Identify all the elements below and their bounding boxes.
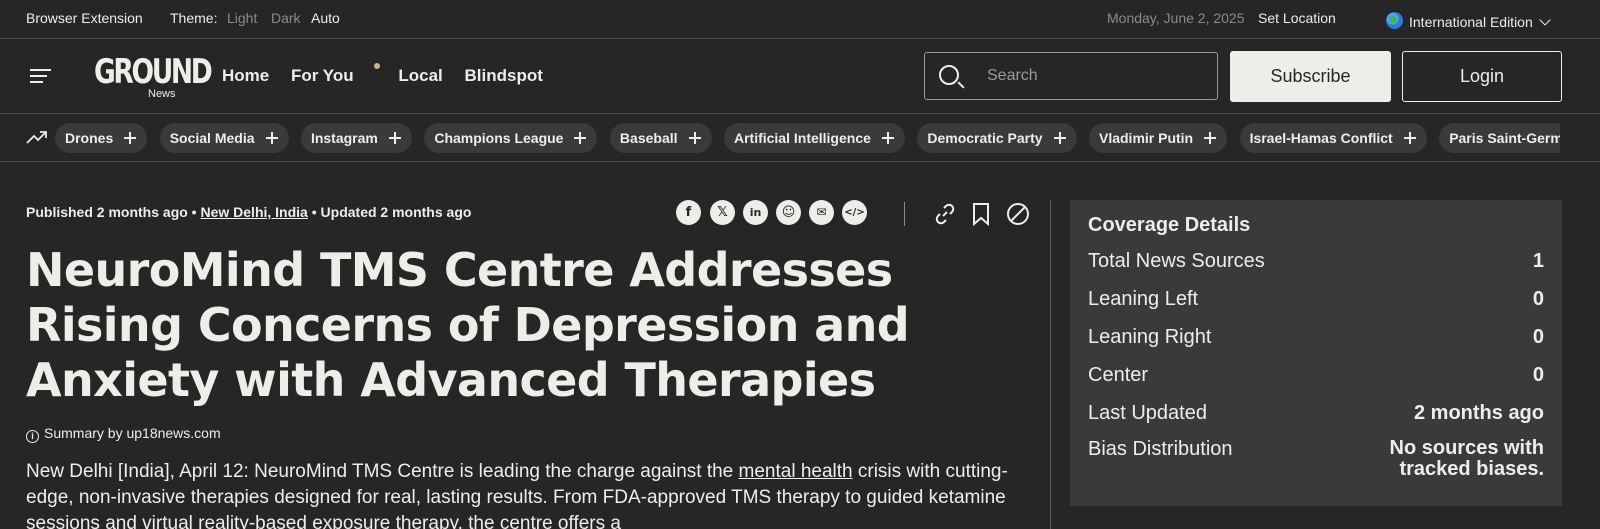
nav-link-for-you[interactable]: For You xyxy=(290,63,380,85)
edition-label: International Edition xyxy=(1409,14,1533,30)
chevron-down-icon xyxy=(1539,14,1551,26)
theme-light-option[interactable]: Light xyxy=(227,10,257,26)
share-divider xyxy=(904,202,905,226)
topic-chip[interactable]: Social Media xyxy=(159,123,289,153)
topic-chip[interactable]: Israel-Hamas Conflict xyxy=(1239,123,1427,153)
plus-icon[interactable] xyxy=(688,132,701,144)
coverage-value: 0 xyxy=(1532,364,1544,386)
body-text: New Delhi [India], April 12: NeuroMind T… xyxy=(26,461,739,482)
column-divider xyxy=(1050,200,1051,529)
coverage-label: Bias Distribution xyxy=(1088,438,1233,460)
topic-chip[interactable]: Democratic Party xyxy=(917,123,1077,153)
current-date: Monday, June 2, 2025 xyxy=(1107,10,1245,26)
plus-icon[interactable] xyxy=(881,132,894,144)
published-time: Published 2 months ago xyxy=(26,204,188,220)
x-icon[interactable]: 𝕏 xyxy=(710,200,735,225)
coverage-value: 1 xyxy=(1532,250,1544,272)
login-button[interactable]: Login xyxy=(1402,51,1562,102)
nav-link-blindspot[interactable]: Blindspot xyxy=(465,66,543,85)
logo-mark: GROUND xyxy=(94,52,213,92)
nav-links: Home For You Local Blindspot xyxy=(222,63,560,86)
coverage-label: Leaning Left xyxy=(1088,288,1199,310)
facebook-icon[interactable]: f xyxy=(676,200,701,225)
theme-label: Theme: xyxy=(170,10,218,26)
topic-chip[interactable]: Champions League xyxy=(424,123,598,153)
plus-icon[interactable] xyxy=(1403,132,1416,144)
set-location-link[interactable]: Set Location xyxy=(1258,10,1336,26)
mental-health-link[interactable]: mental health xyxy=(739,461,853,482)
topic-label: Israel-Hamas Conflict xyxy=(1249,130,1393,146)
coverage-value: 2 months ago xyxy=(1413,402,1544,424)
location-link[interactable]: New Delhi, India xyxy=(200,204,307,220)
topic-label: Vladimir Putin xyxy=(1098,130,1194,146)
coverage-label: Leaning Right xyxy=(1088,326,1212,348)
linkedin-icon[interactable]: in xyxy=(743,200,768,225)
plus-icon[interactable] xyxy=(388,132,401,144)
coverage-value: 0 xyxy=(1532,326,1544,348)
plus-icon[interactable] xyxy=(1204,132,1217,144)
link-icon[interactable] xyxy=(933,202,957,226)
coverage-label: Center xyxy=(1088,364,1149,386)
nav-link-for-you-label: For You xyxy=(290,66,354,85)
search-input[interactable] xyxy=(987,65,1207,87)
theme-auto-option[interactable]: Auto xyxy=(311,10,340,26)
topic-chip[interactable]: Artificial Intelligence xyxy=(723,123,905,153)
top-utility-bar: Browser Extension Theme: Light Dark Auto… xyxy=(0,0,1600,39)
topic-label: Paris Saint-Germain xyxy=(1449,130,1560,146)
updated-time: Updated 2 months ago xyxy=(320,204,472,220)
bookmark-icon[interactable] xyxy=(969,202,993,226)
email-icon[interactable]: ✉ xyxy=(809,200,834,225)
coverage-details-panel: Coverage Details Total News Sources 1 Lea… xyxy=(1070,200,1562,506)
plus-icon[interactable] xyxy=(1053,132,1066,144)
article-body: New Delhi [India], April 12: NeuroMind T… xyxy=(26,459,1016,529)
topic-chips: Drones Social Media Instagram Champions … xyxy=(55,123,1560,153)
topic-label: Drones xyxy=(65,130,114,146)
topic-chip[interactable]: Baseball xyxy=(609,123,712,153)
trending-topics-bar: Drones Social Media Instagram Champions … xyxy=(0,114,1600,162)
topic-label: Social Media xyxy=(169,130,255,146)
globe-icon xyxy=(1386,12,1403,29)
logo-sub: News xyxy=(148,88,176,100)
search-icon xyxy=(939,65,959,85)
theme-dark-option[interactable]: Dark xyxy=(271,10,301,26)
block-icon[interactable] xyxy=(1006,202,1030,226)
info-icon[interactable]: i xyxy=(26,430,39,443)
notification-dot xyxy=(373,63,380,69)
edition-selector[interactable]: International Edition xyxy=(1386,10,1551,30)
reddit-icon[interactable]: ☺ xyxy=(776,200,801,225)
topic-chip[interactable]: Vladimir Putin xyxy=(1088,123,1228,153)
ground-news-logo[interactable]: GROUND News xyxy=(94,54,213,102)
subscribe-button[interactable]: Subscribe xyxy=(1230,51,1391,102)
topic-chip[interactable]: Paris Saint-Germain xyxy=(1439,123,1560,153)
topic-label: Instagram xyxy=(310,130,378,146)
plus-icon[interactable] xyxy=(574,132,587,144)
plus-icon[interactable] xyxy=(265,132,278,144)
search-box[interactable] xyxy=(924,52,1218,100)
trending-icon xyxy=(26,131,47,144)
topic-chip[interactable]: Instagram xyxy=(300,123,412,153)
main-nav: GROUND News Home For You Local Blindspot… xyxy=(0,39,1600,114)
topic-chip[interactable]: Drones xyxy=(55,123,148,153)
topic-label: Democratic Party xyxy=(927,130,1043,146)
summary-attribution: i Summary by up18news.com xyxy=(26,425,221,443)
coverage-value: No sources with tracked biases. xyxy=(1389,437,1544,480)
topic-label: Artificial Intelligence xyxy=(733,130,871,146)
nav-link-local[interactable]: Local xyxy=(398,66,442,85)
coverage-value: 0 xyxy=(1532,288,1544,310)
coverage-label: Last Updated xyxy=(1088,402,1207,424)
menu-icon[interactable] xyxy=(30,69,51,83)
article-title: NeuroMind TMS Centre Addresses Rising Co… xyxy=(26,243,910,407)
embed-icon[interactable]: </> xyxy=(842,200,867,225)
summary-source: Summary by up18news.com xyxy=(44,425,221,441)
coverage-title: Coverage Details xyxy=(1088,214,1251,236)
browser-extension-link[interactable]: Browser Extension xyxy=(26,10,143,26)
topic-label: Baseball xyxy=(619,130,678,146)
coverage-label: Total News Sources xyxy=(1088,250,1265,272)
nav-link-home[interactable]: Home xyxy=(222,66,269,85)
topic-label: Champions League xyxy=(434,130,564,146)
plus-icon[interactable] xyxy=(124,132,137,144)
article-meta: Published 2 months ago • New Delhi, Indi… xyxy=(26,204,472,220)
